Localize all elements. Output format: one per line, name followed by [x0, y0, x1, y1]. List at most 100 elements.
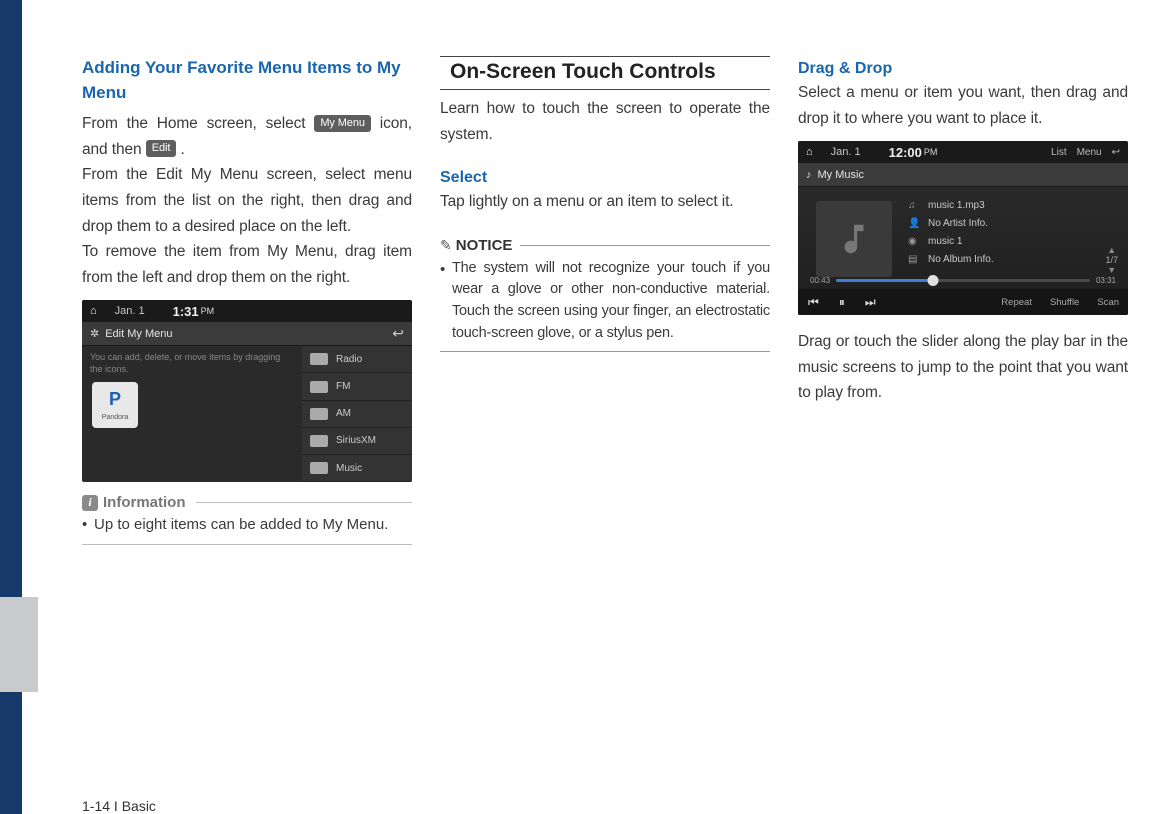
section-title: On-Screen Touch Controls: [450, 60, 770, 84]
text-fragment: From the Home screen, select: [82, 115, 314, 132]
shot-subtitle: My Music: [818, 169, 864, 181]
list-item: FM: [302, 373, 412, 400]
slider-knob[interactable]: [927, 275, 938, 286]
chip-my-menu: My Menu: [314, 115, 371, 132]
back-icon: ↩: [392, 325, 404, 342]
note-icon: [835, 220, 873, 258]
paragraph-intro: Learn how to touch the screen to operate…: [440, 96, 770, 147]
info-bullet: • Up to eight items can be added to My M…: [82, 513, 412, 536]
pandora-label: Pandora: [102, 413, 128, 422]
paragraph-drag-drop: Select a menu or item you want, then dra…: [798, 80, 1128, 131]
status-date: Jan. 1: [831, 146, 861, 158]
list-item-label: FM: [336, 381, 350, 392]
status-ampm: PM: [201, 306, 215, 316]
list-item: SiriusXM: [302, 428, 412, 455]
screenshot-edit-my-menu: ⌂ Jan. 1 1:31PM ✲ Edit My Menu ↩ You can…: [82, 300, 412, 482]
radio-icon: [310, 353, 328, 365]
list-item-label: AM: [336, 408, 351, 419]
status-time: 12:00: [889, 145, 922, 160]
paragraph-edit-my-menu: From the Edit My Menu screen, select men…: [82, 162, 412, 239]
notice-header: ✎ NOTICE: [440, 237, 770, 254]
status-ampm: PM: [924, 147, 938, 157]
heading-add-favorite: Adding Your Favorite Menu Items to My Me…: [82, 56, 412, 105]
track-album-title: music 1: [928, 233, 962, 251]
status-time: 1:31: [173, 304, 199, 319]
divider: [82, 544, 412, 545]
gear-icon: ✲: [90, 327, 99, 340]
information-label: Information: [103, 494, 186, 511]
section-title-box: On-Screen Touch Controls: [440, 56, 770, 90]
radio-icon: [310, 435, 328, 447]
chevron-up-icon: ▲: [1105, 245, 1118, 255]
list-item-label: SiriusXM: [336, 435, 376, 446]
pencil-icon: ✎: [440, 237, 452, 254]
home-icon: ⌂: [90, 305, 97, 317]
shot-body: You can add, delete, or move items by dr…: [82, 346, 412, 482]
notice-bullet-text: The system will not recognize your touch…: [452, 258, 770, 345]
list-item: Music: [302, 455, 412, 482]
shot-hint-text: You can add, delete, or move items by dr…: [90, 352, 280, 374]
page-indicator: ▲ 1/7 ▼: [1105, 245, 1118, 275]
album-art: [816, 201, 892, 277]
track-album-info: No Album Info.: [928, 251, 994, 269]
track-artist: No Artist Info.: [928, 215, 988, 233]
menu-button-label: Menu: [1077, 147, 1102, 158]
heading-select: Select: [440, 169, 770, 187]
info-icon: ▤: [908, 251, 920, 269]
shuffle-label: Shuffle: [1041, 297, 1088, 308]
note-icon: ♫: [908, 197, 920, 215]
shot-body: ♫music 1.mp3 👤No Artist Info. ◉music 1 ▤…: [798, 187, 1128, 315]
prev-icon: ⏮: [798, 295, 829, 310]
column-1: Adding Your Favorite Menu Items to My Me…: [82, 56, 412, 545]
column-2: On-Screen Touch Controls Learn how to to…: [440, 56, 770, 545]
page-thumb-tab: [0, 597, 38, 692]
bullet-icon: •: [440, 258, 452, 345]
bullet-icon: •: [82, 513, 94, 536]
time-total: 03:31: [1096, 276, 1116, 285]
list-item: Radio: [302, 346, 412, 373]
pause-icon: ⏸: [829, 295, 855, 310]
paragraph-from-home: From the Home screen, select My Menu ico…: [82, 111, 412, 162]
next-icon: ⏭: [855, 295, 886, 310]
notice-bullet: • The system will not recognize your tou…: [440, 258, 770, 345]
shot-right-list: Radio FM AM SiriusXM Music: [302, 346, 412, 482]
progress-slider[interactable]: [836, 279, 1090, 282]
notice-label: NOTICE: [456, 237, 513, 254]
control-bar: ⏮ ⏸ ⏭ Repeat Shuffle Scan: [798, 289, 1128, 315]
back-icon: ↩: [1112, 147, 1120, 158]
chip-edit: Edit: [146, 140, 177, 157]
scan-label: Scan: [1088, 297, 1128, 308]
status-date: Jan. 1: [115, 305, 145, 317]
play-bar: 00:43 03:31: [810, 276, 1116, 285]
heading-drag-drop: Drag & Drop: [798, 60, 1128, 78]
music-icon: ♪: [806, 169, 812, 181]
radio-icon: [310, 408, 328, 420]
pandora-tile: P Pandora: [92, 382, 138, 428]
list-item: AM: [302, 401, 412, 428]
slider-fill: [836, 279, 932, 282]
paragraph-select: Tap lightly on a menu or an item to sele…: [440, 189, 770, 215]
shot-status-bar: ⌂ Jan. 1 1:31PM: [82, 300, 412, 322]
page-footer: 1-14 I Basic: [82, 798, 156, 814]
text-fragment: .: [176, 141, 184, 158]
home-icon: ⌂: [806, 146, 813, 158]
shot-status-bar: ⌂ Jan. 1 12:00PM List Menu ↩: [798, 141, 1128, 163]
chevron-down-icon: ▼: [1105, 265, 1118, 275]
divider: [196, 502, 413, 503]
shot-left-pane: You can add, delete, or move items by dr…: [82, 346, 302, 482]
info-icon: i: [82, 495, 98, 511]
paragraph-remove-item: To remove the item from My Menu, drag it…: [82, 239, 412, 290]
list-item-label: Radio: [336, 354, 362, 365]
radio-icon: [310, 462, 328, 474]
divider: [440, 351, 770, 352]
radio-icon: [310, 381, 328, 393]
shot-subtitle: Edit My Menu: [105, 328, 172, 340]
shot-title-bar: ✲ Edit My Menu ↩: [82, 322, 412, 346]
information-header: i Information: [82, 494, 412, 511]
track-info: ♫music 1.mp3 👤No Artist Info. ◉music 1 ▤…: [908, 197, 994, 269]
screenshot-my-music: ⌂ Jan. 1 12:00PM List Menu ↩ ♪ My Music: [798, 141, 1128, 315]
column-3: Drag & Drop Select a menu or item you wa…: [798, 56, 1128, 545]
list-item-label: Music: [336, 463, 362, 474]
paragraph-slider: Drag or touch the slider along the play …: [798, 329, 1128, 406]
time-elapsed: 00:43: [810, 276, 830, 285]
